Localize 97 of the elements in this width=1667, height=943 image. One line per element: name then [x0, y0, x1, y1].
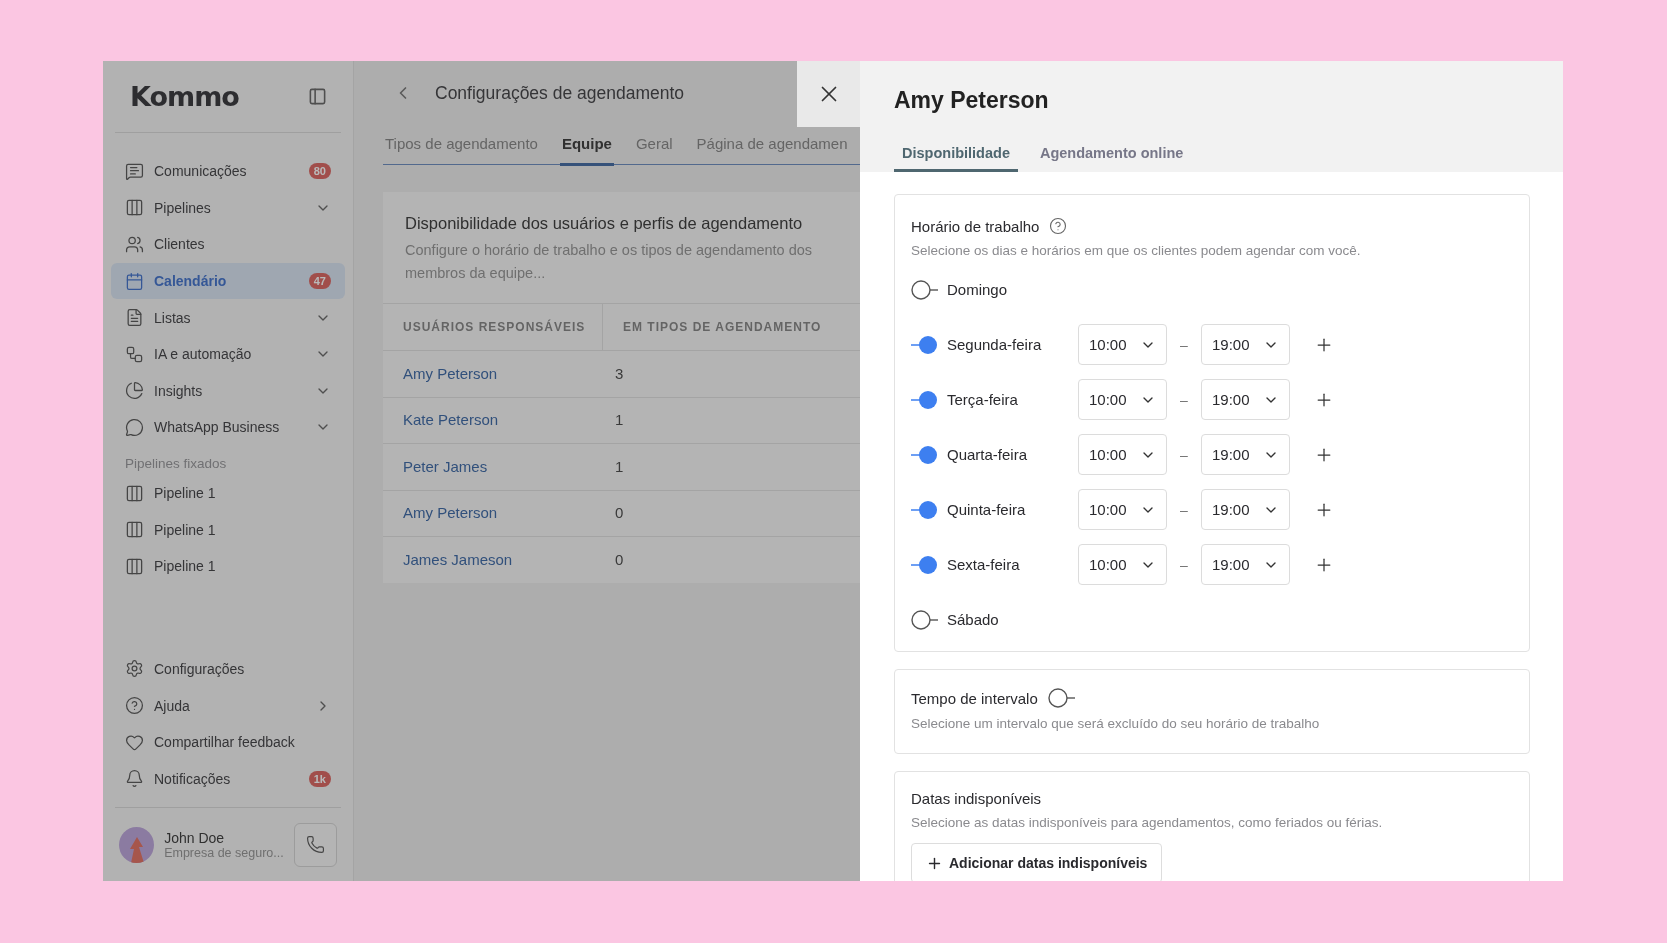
- nav-item[interactable]: IA e automação: [111, 335, 345, 373]
- toggle-switch[interactable]: [911, 334, 938, 355]
- sidebar-toggle-icon[interactable]: [308, 87, 327, 106]
- nav-item[interactable]: Insights: [111, 372, 345, 410]
- tab[interactable]: Equipe: [559, 125, 614, 166]
- day-label: Quinta-feira: [947, 501, 1027, 518]
- table-cell-text: 3: [614, 364, 624, 382]
- section-description: Selecione os dias e horários em que os clientes podem agendar com você.: [911, 243, 1362, 258]
- tab[interactable]: Agendamento online: [1031, 137, 1192, 172]
- chat-icon: [125, 161, 144, 181]
- help-icon: [125, 696, 144, 715]
- settings-icon: [125, 659, 144, 679]
- user-link[interactable]: Amy Peterson: [383, 504, 498, 522]
- toggle-switch[interactable]: [911, 444, 938, 465]
- pie-chart-icon: [125, 381, 144, 401]
- time-select[interactable]: 19:00: [1201, 489, 1290, 530]
- nav-item[interactable]: Pipeline 1: [111, 547, 345, 585]
- nav-item[interactable]: Compartilhar feedback: [111, 723, 345, 761]
- range-separator: –: [1179, 336, 1189, 353]
- section-title: Tempo de intervalo: [911, 689, 1038, 707]
- nav-item[interactable]: WhatsApp Business: [111, 409, 345, 446]
- user-link[interactable]: James Jameson: [383, 550, 513, 568]
- help-icon[interactable]: [1049, 217, 1068, 235]
- time-select[interactable]: 10:00: [1078, 324, 1167, 365]
- day-label: Quarta-feira: [947, 446, 1029, 463]
- nav-item[interactable]: Pipeline 1: [111, 511, 345, 548]
- phone-button[interactable]: [293, 822, 337, 867]
- time-select[interactable]: 19:00: [1201, 544, 1290, 585]
- nav-item[interactable]: Pipeline 1: [111, 474, 345, 512]
- tab[interactable]: Disponibilidade: [894, 137, 1018, 172]
- time-select[interactable]: 10:00: [1078, 544, 1167, 585]
- nav-item[interactable]: Configurações: [111, 650, 345, 688]
- table-cell-text: 1: [614, 457, 624, 475]
- day-label: Segunda-feira: [947, 336, 1043, 353]
- range-separator: –: [1179, 501, 1189, 518]
- section-description: Selecione um intervalo que será excluído do seu horário de trabalho: [911, 716, 1321, 731]
- nav-item[interactable]: Clientes: [111, 226, 345, 263]
- toggle-switch[interactable]: [911, 279, 938, 300]
- chat-bubble-icon: [125, 417, 144, 437]
- section-title: Datas indisponíveis: [911, 790, 1042, 807]
- logo: Kommo: [130, 81, 239, 112]
- user-link[interactable]: Kate Peterson: [383, 411, 499, 429]
- toggle-switch[interactable]: [911, 554, 938, 575]
- section-description: Selecione as datas indisponíveis para agendamentos, como feriados ou férias.: [911, 815, 1384, 830]
- bell-icon: [125, 769, 144, 789]
- day-label: Sexta-feira: [947, 556, 1021, 573]
- column-header: USUÁRIOS RESPONSÁVEIS: [383, 304, 603, 350]
- table-cell-text: 0: [614, 504, 624, 522]
- count-badge: 1k: [308, 770, 331, 787]
- table-cell-text: 1: [614, 411, 624, 429]
- day-label: Terça-feira: [947, 391, 1019, 408]
- board-icon: [125, 520, 144, 540]
- heart-icon: [125, 732, 144, 752]
- card-description: Configure o horário de trabalho e os tipos de agendamento dos membros da equipe...: [405, 241, 814, 283]
- user-link[interactable]: Amy Peterson: [383, 364, 498, 382]
- avatar: [119, 826, 155, 863]
- nav-item[interactable]: Pipelines: [111, 189, 345, 227]
- time-select[interactable]: 19:00: [1201, 434, 1290, 475]
- time-select[interactable]: 10:00: [1078, 489, 1167, 530]
- range-separator: –: [1179, 446, 1189, 463]
- nav-item[interactable]: Listas: [111, 299, 345, 336]
- user-name: John Doe: [164, 829, 226, 846]
- range-separator: –: [1179, 391, 1189, 408]
- document-icon: [125, 308, 144, 328]
- nav-item[interactable]: Ajuda: [111, 687, 345, 724]
- page-title: Configurações de agendamento: [435, 82, 685, 104]
- time-select[interactable]: 19:00: [1201, 324, 1290, 365]
- people-icon: [125, 235, 144, 254]
- section-title: Horário de trabalho: [911, 217, 1040, 235]
- company-name: Empresa de seguro...: [164, 845, 284, 860]
- add-dates-button[interactable]: Adicionar datas indisponíveis: [911, 843, 1163, 881]
- toggle-switch[interactable]: [911, 609, 938, 630]
- day-label: Domingo: [947, 281, 1009, 298]
- time-select[interactable]: 10:00: [1078, 379, 1167, 420]
- time-select[interactable]: 19:00: [1201, 379, 1290, 420]
- phone-icon: [305, 835, 325, 854]
- count-badge: 80: [308, 163, 331, 180]
- card-title: Disponibilidade dos usuários e perfis de agendamento: [405, 214, 804, 233]
- nav-item[interactable]: Notificações 1k: [111, 760, 345, 797]
- user-link[interactable]: Peter James: [383, 457, 488, 475]
- board-icon: [125, 556, 144, 576]
- table-cell-text: 0: [614, 550, 624, 568]
- flow-icon: [125, 344, 144, 364]
- section-title: Pipelines fixados: [124, 454, 228, 473]
- board-icon: [125, 198, 144, 218]
- toggle-switch[interactable]: [1047, 688, 1075, 708]
- nav-item[interactable]: Comunicações 80: [111, 153, 345, 190]
- time-select[interactable]: 10:00: [1078, 434, 1167, 475]
- count-badge: 47: [308, 273, 331, 290]
- toggle-switch[interactable]: [911, 389, 938, 410]
- calendar-icon: [125, 271, 144, 291]
- range-separator: –: [1179, 556, 1189, 573]
- board-icon: [125, 483, 144, 503]
- toggle-switch[interactable]: [911, 499, 938, 520]
- day-label: Sábado: [947, 611, 1000, 628]
- panel-title: Amy Peterson: [894, 85, 1050, 115]
- column-header: EM TIPOS DE AGENDAMENTO: [622, 319, 823, 336]
